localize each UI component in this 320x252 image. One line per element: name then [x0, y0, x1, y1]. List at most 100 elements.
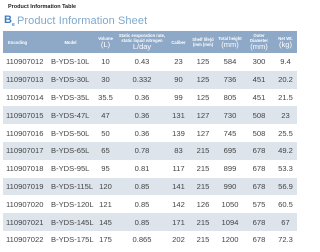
cell-shelf: 127: [196, 128, 210, 138]
cell-shelf: 215: [196, 146, 210, 156]
cell-caliber: 139: [172, 128, 185, 138]
product-table: Encoding Model Volume (L) Static evaporat…: [3, 31, 297, 249]
cell-model: B-YDS-175L: [51, 235, 94, 245]
cell-weight: 67: [281, 217, 290, 227]
cell-weight: 9.4: [280, 57, 291, 67]
table-body: 110907012 B-YDS-10L 10 0.43 23 125 584 300 9.4 11…: [3, 53, 297, 249]
cell-diameter: 678: [252, 181, 266, 191]
table-row: 110907014 B-YDS-35L 35.5 0.36 99 125 805 451 21.…: [3, 88, 297, 107]
cell-caliber: 23: [174, 57, 183, 67]
cell-height: 1094: [221, 217, 239, 227]
cell-caliber: 83: [174, 146, 183, 156]
cell-volume: 145: [99, 217, 112, 227]
cell-volume: 65: [101, 146, 110, 156]
table-row: 110907020 B-YDS-120L 121 0.85 142 126 1050 575 6…: [3, 195, 297, 214]
col-header-volume: Volume (L): [98, 35, 113, 49]
cell-diameter: 508: [252, 110, 266, 120]
page-label: Product Information Table: [8, 4, 77, 10]
cell-caliber: 117: [172, 164, 185, 174]
cell-volume: 50: [101, 128, 110, 138]
cell-evaporation: 0.36: [134, 92, 150, 102]
cell-height: 1050: [221, 199, 239, 209]
cell-diameter: 678: [252, 217, 266, 227]
cell-caliber: 171: [172, 217, 185, 227]
cell-evaporation: 0.36: [134, 110, 150, 120]
cell-encoding: 110907013: [6, 75, 44, 85]
cell-model: B-YDS-115L: [51, 181, 94, 191]
cell-model: B-YDS-145L: [51, 217, 94, 227]
cell-shelf: 215: [196, 235, 210, 245]
table-row: 110907017 B-YDS-65L 65 0.78 83 215 695 678 49.2: [3, 141, 297, 160]
cell-caliber: 99: [174, 92, 183, 102]
cell-weight: 25.5: [278, 128, 293, 138]
cell-model: B-YDS-50L: [51, 128, 90, 138]
cell-model: B-YDS-65L: [51, 146, 90, 156]
cell-height: 736: [223, 75, 237, 85]
cell-weight: 60.5: [278, 199, 293, 209]
cell-diameter: 508: [252, 128, 266, 138]
cell-weight: 23: [281, 110, 290, 120]
cell-evaporation: 0.43: [134, 57, 150, 67]
cell-height: 695: [223, 146, 237, 156]
cell-shelf: 127: [196, 110, 210, 120]
cell-diameter: 300: [252, 57, 266, 67]
cell-model: B-YDS-30L: [51, 75, 90, 85]
cell-height: 584: [223, 57, 237, 67]
col-header-model: Model: [64, 39, 77, 45]
cell-encoding: 110907019: [6, 181, 44, 191]
cell-evaporation: 0.85: [134, 199, 150, 209]
col-header-diameter: Outer Diameter (mm): [250, 33, 268, 51]
sheet-title: Be Product Information Sheet: [4, 14, 147, 28]
cell-height: 990: [223, 181, 237, 191]
table-row: 110907021 B-YDS-145L 145 0.85 171 215 1094 678 6…: [3, 213, 297, 231]
cell-encoding: 110907021: [6, 217, 44, 227]
cell-volume: 175: [99, 235, 112, 245]
cell-diameter: 678: [252, 146, 266, 156]
col-header-encoding: Encoding: [8, 39, 28, 45]
col-header-caliber: Caliber: [171, 39, 186, 45]
cell-encoding: 110907022: [6, 235, 44, 245]
cell-volume: 47: [101, 110, 110, 120]
cell-caliber: 202: [172, 235, 185, 245]
cell-model: B-YDS-10L: [51, 57, 90, 67]
cell-height: 1200: [221, 235, 239, 245]
cell-height: 730: [223, 110, 237, 120]
cell-evaporation: 0.85: [134, 217, 150, 227]
cell-caliber: 90: [174, 75, 183, 85]
cell-diameter: 451: [252, 92, 266, 102]
cell-weight: 56.9: [278, 181, 293, 191]
table-header-row: Encoding Model Volume (L) Static evaporat…: [3, 31, 297, 53]
cell-diameter: 575: [252, 199, 266, 209]
col-header-height: Total height (mm): [218, 35, 242, 49]
cell-shelf: 125: [196, 92, 210, 102]
cell-shelf: 215: [196, 217, 210, 227]
cell-shelf: 125: [196, 57, 210, 67]
table-row: 110907018 B-YDS-95L 95 0.81 117 215 899 678 53.3: [3, 159, 297, 178]
table-row: 110907019 B-YDS-115L 120 0.85 141 215 990 678 56…: [3, 177, 297, 196]
cell-volume: 95: [101, 164, 110, 174]
cell-weight: 21.5: [278, 92, 293, 102]
col-header-shelf: Shelf life(d (mm (mm): [192, 37, 214, 47]
cell-encoding: 110907014: [6, 92, 44, 102]
cell-evaporation: 0.85: [134, 181, 150, 191]
cell-shelf: 126: [196, 199, 210, 209]
cell-encoding: 110907012: [6, 57, 44, 67]
table-row: 110907012 B-YDS-10L 10 0.43 23 125 584 300 9.4: [3, 53, 297, 71]
cell-shelf: 215: [196, 164, 210, 174]
cell-shelf: 215: [196, 181, 210, 191]
cell-caliber: 141: [172, 181, 185, 191]
sheet-title-text: Product Information Sheet: [16, 15, 148, 28]
cell-evaporation: 0.865: [132, 235, 152, 245]
cell-model: B-YDS-120L: [51, 199, 94, 209]
cell-height: 899: [223, 164, 237, 174]
cell-weight: 53.3: [278, 164, 293, 174]
col-header-evaporation: Static evaporation rate, static liquid n…: [118, 33, 166, 51]
cell-shelf: 125: [196, 75, 210, 85]
cell-encoding: 110907018: [6, 164, 44, 174]
cell-evaporation: 0.81: [134, 164, 150, 174]
cell-weight: 72.3: [278, 235, 293, 245]
cell-volume: 120: [99, 181, 112, 191]
cell-height: 745: [223, 128, 237, 138]
cell-evaporation: 0.36: [134, 128, 150, 138]
cell-volume: 30: [101, 75, 110, 85]
